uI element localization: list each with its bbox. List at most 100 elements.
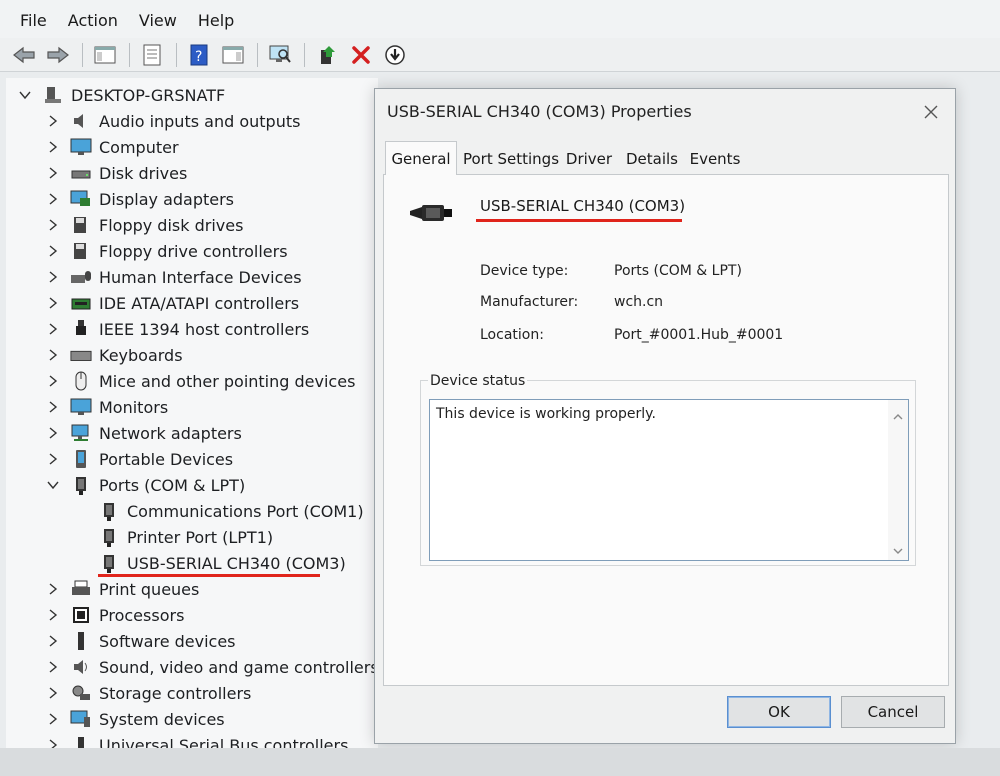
close-icon[interactable] — [920, 101, 942, 123]
tree-item-sound-video-and-game-controllers[interactable]: Sound, video and game controllers — [46, 654, 378, 680]
update-driver-icon[interactable] — [313, 41, 341, 69]
device-status-textbox[interactable]: This device is working properly. — [429, 399, 909, 561]
tab-details[interactable]: Details — [619, 144, 685, 174]
tree-item-ide-ata-atapi-controllers[interactable]: IDE ATA/ATAPI controllers — [46, 290, 299, 316]
disable-device-icon[interactable] — [381, 41, 409, 69]
software-icon — [70, 631, 92, 651]
chevron-right-icon[interactable] — [46, 114, 60, 128]
chevron-right-icon[interactable] — [46, 218, 60, 232]
tree-item-label: Ports (COM & LPT) — [99, 475, 246, 495]
uninstall-icon[interactable] — [347, 41, 375, 69]
tree-item-floppy-disk-drives[interactable]: Floppy disk drives — [46, 212, 243, 238]
chevron-right-icon[interactable] — [46, 322, 60, 336]
chevron-right-icon[interactable] — [46, 400, 60, 414]
back-arrow-icon[interactable] — [10, 41, 38, 69]
port-icon — [70, 475, 92, 495]
chevron-right-icon[interactable] — [46, 244, 60, 258]
chevron-right-icon[interactable] — [46, 166, 60, 180]
chevron-right-icon[interactable] — [46, 348, 60, 362]
chevron-right-icon[interactable] — [46, 270, 60, 284]
ok-button[interactable]: OK — [727, 696, 831, 728]
tab-driver[interactable]: Driver — [563, 144, 615, 174]
chevron-right-icon[interactable] — [46, 452, 60, 466]
forward-arrow-icon[interactable] — [44, 41, 72, 69]
tree-item-label: Floppy drive controllers — [99, 241, 288, 261]
chevron-right-icon[interactable] — [46, 374, 60, 388]
toolbar: ? — [0, 38, 1000, 72]
tree-item-monitors[interactable]: Monitors — [46, 394, 168, 420]
tree-item-communications-port-com1[interactable]: Communications Port (COM1) — [74, 498, 364, 524]
chevron-right-icon[interactable] — [46, 712, 60, 726]
chevron-right-icon[interactable] — [46, 426, 60, 440]
tree-item-system-devices[interactable]: System devices — [46, 706, 225, 732]
chevron-right-icon[interactable] — [46, 192, 60, 206]
monitor-icon — [70, 137, 92, 157]
status-bar — [0, 748, 1000, 776]
tree-item-floppy-drive-controllers[interactable]: Floppy drive controllers — [46, 238, 288, 264]
tree-root-desktop-grsnatf[interactable]: DESKTOP-GRSNATF — [18, 82, 225, 108]
tab-panel-general: USB-SERIAL CH340 (COM3) Device type: Por… — [383, 174, 949, 686]
tree-item-software-devices[interactable]: Software devices — [46, 628, 236, 654]
tree-item-processors[interactable]: Processors — [46, 602, 184, 628]
chevron-right-icon[interactable] — [46, 686, 60, 700]
chevron-right-icon[interactable] — [46, 582, 60, 596]
tree-item-mice-and-other-pointing-devices[interactable]: Mice and other pointing devices — [46, 368, 355, 394]
menu-help[interactable]: Help — [192, 9, 245, 30]
manufacturer-value: wch.cn — [614, 294, 664, 310]
scroll-down-icon[interactable] — [893, 540, 903, 559]
manufacturer-label: Manufacturer: — [480, 294, 579, 310]
printer-icon — [70, 579, 92, 599]
tree-item-storage-controllers[interactable]: Storage controllers — [46, 680, 251, 706]
menu-action[interactable]: Action — [62, 9, 129, 30]
tree-item-label: Print queues — [99, 579, 200, 599]
keyboard-icon — [70, 345, 92, 365]
tab-events[interactable]: Events — [687, 144, 743, 174]
chevron-down-icon[interactable] — [18, 88, 32, 102]
cancel-button[interactable]: Cancel — [841, 696, 945, 728]
tree-item-printer-port-lpt1[interactable]: Printer Port (LPT1) — [74, 524, 273, 550]
tree-item-print-queues[interactable]: Print queues — [46, 576, 199, 602]
help-icon[interactable]: ? — [185, 41, 213, 69]
storage-icon — [70, 683, 92, 703]
device-tree: DESKTOP-GRSNATF Audio inputs and outputs C… — [6, 78, 378, 776]
properties-icon[interactable] — [138, 41, 166, 69]
highlight-underline-tree — [98, 574, 320, 577]
chevron-right-icon[interactable] — [46, 634, 60, 648]
floppy-icon — [70, 215, 92, 235]
scan-hardware-icon[interactable] — [266, 41, 294, 69]
chevron-right-icon[interactable] — [46, 660, 60, 674]
status-scrollbar[interactable] — [888, 400, 908, 560]
tree-item-display-adapters[interactable]: Display adapters — [46, 186, 234, 212]
tree-item-disk-drives[interactable]: Disk drives — [46, 160, 187, 186]
toolbar-separator — [257, 42, 258, 67]
tab-port-settings[interactable]: Port Settings — [461, 144, 561, 174]
tree-item-audio-inputs-and-outputs[interactable]: Audio inputs and outputs — [46, 108, 300, 134]
chevron-right-icon[interactable] — [46, 140, 60, 154]
tree-item-usb-serial-ch340-com3[interactable]: USB-SERIAL CH340 (COM3) — [74, 550, 346, 576]
ide-icon — [70, 293, 92, 313]
usb-plug-icon — [70, 319, 92, 339]
menu-file[interactable]: File — [14, 9, 58, 30]
tree-item-label: System devices — [99, 709, 225, 729]
tree-item-human-interface-devices[interactable]: Human Interface Devices — [46, 264, 302, 290]
portable-icon — [70, 449, 92, 469]
tree-item-ieee-1394-host-controllers[interactable]: IEEE 1394 host controllers — [46, 316, 309, 342]
tree-item-ports-com-lpt[interactable]: Ports (COM & LPT) — [46, 472, 245, 498]
highlight-underline-dialog — [476, 219, 682, 222]
show-hide-tree-icon[interactable] — [91, 41, 119, 69]
chevron-right-icon[interactable] — [46, 296, 60, 310]
tab-general[interactable]: General — [385, 141, 457, 175]
processor-icon — [70, 605, 92, 625]
action-pane-icon[interactable] — [219, 41, 247, 69]
menu-view[interactable]: View — [133, 9, 188, 30]
tree-item-portable-devices[interactable]: Portable Devices — [46, 446, 233, 472]
tree-item-network-adapters[interactable]: Network adapters — [46, 420, 242, 446]
chevron-down-icon[interactable] — [46, 478, 60, 492]
tree-item-computer[interactable]: Computer — [46, 134, 179, 160]
tree-item-keyboards[interactable]: Keyboards — [46, 342, 183, 368]
location-value: Port_#0001.Hub_#0001 — [614, 327, 784, 343]
device-name: USB-SERIAL CH340 (COM3) — [480, 197, 686, 215]
chevron-right-icon[interactable] — [46, 608, 60, 622]
scroll-up-icon[interactable] — [893, 406, 903, 425]
port-icon — [98, 527, 120, 547]
